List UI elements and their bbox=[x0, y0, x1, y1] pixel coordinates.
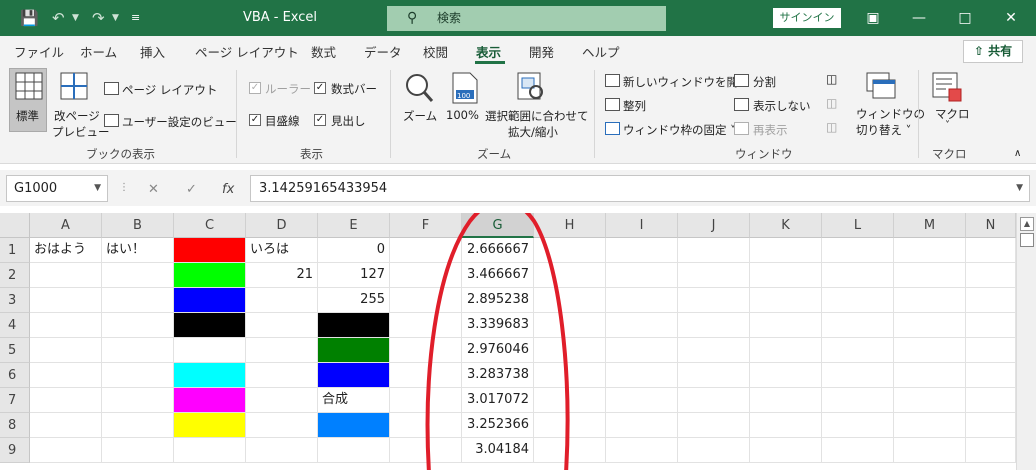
normal-view-icon bbox=[15, 72, 43, 100]
new-window-icon bbox=[605, 74, 620, 87]
arrange-all-button[interactable]: 整列 bbox=[623, 98, 646, 114]
headings-checkbox[interactable]: ✓ bbox=[314, 114, 326, 126]
formula-bar-label: 数式バー bbox=[331, 82, 377, 96]
enter-icon[interactable]: ✓ bbox=[186, 182, 197, 197]
page-layout-icon bbox=[104, 82, 119, 95]
headings-label: 見出し bbox=[331, 114, 366, 128]
page-break-preview-label-1[interactable]: 改ページ bbox=[54, 108, 100, 124]
synchronous-scrolling-icon[interactable]: ◫ bbox=[826, 96, 837, 110]
name-box-value: G1000 bbox=[14, 181, 58, 196]
group-separator bbox=[594, 70, 595, 158]
switch-windows-icon[interactable] bbox=[866, 72, 896, 100]
vertical-scrollbar[interactable]: ▲ bbox=[1016, 213, 1036, 470]
group-separator bbox=[918, 70, 919, 158]
share-label: 共有 bbox=[988, 44, 1013, 58]
window-group-label: ウィンドウ bbox=[735, 147, 793, 161]
macros-dropdown-icon[interactable]: ˅ bbox=[945, 120, 950, 131]
sign-in-button[interactable]: サインイン bbox=[773, 8, 841, 28]
formula-bar-options-icon[interactable]: ⋮ bbox=[119, 182, 129, 193]
reset-window-position-icon[interactable]: ◫ bbox=[826, 120, 837, 134]
custom-views-icon bbox=[104, 114, 119, 127]
name-box[interactable]: G1000 ▼ bbox=[6, 175, 108, 202]
ribbon: 標準 改ページ プレビュー ページ レイアウト ユーザー設定のビュー ブックの表… bbox=[0, 64, 1036, 164]
gridlines-checkbox[interactable]: ✓ bbox=[249, 114, 261, 126]
hide-window-icon bbox=[734, 98, 749, 111]
arrange-all-icon bbox=[605, 98, 620, 111]
tab-view[interactable]: 表示 bbox=[476, 42, 501, 61]
switch-windows-label-text: 切り替え bbox=[856, 123, 902, 137]
macros-icon[interactable] bbox=[932, 72, 962, 102]
tab-developer[interactable]: 開発 bbox=[529, 42, 554, 61]
normal-view-label: 標準 bbox=[16, 109, 39, 123]
page-break-preview-label-2[interactable]: プレビュー bbox=[52, 124, 110, 140]
scroll-up-icon[interactable]: ▲ bbox=[1020, 217, 1034, 231]
tab-insert[interactable]: 挿入 bbox=[140, 42, 165, 61]
close-icon[interactable]: ✕ bbox=[988, 0, 1034, 36]
custom-views-button[interactable]: ユーザー設定のビュー bbox=[122, 114, 237, 130]
name-box-dropdown-icon[interactable]: ▼ bbox=[94, 176, 101, 201]
tab-data[interactable]: データ bbox=[364, 42, 402, 61]
search-placeholder: 検索 bbox=[437, 11, 462, 25]
macros-group-label: マクロ bbox=[932, 147, 967, 161]
worksheet-grid[interactable]: ▲ A B C D E F G H I J K L M N 1 おはよう はい！ いろは 0 2.666667 2 21 1… bbox=[0, 213, 1036, 470]
insert-function-icon[interactable]: fx bbox=[222, 182, 234, 197]
split-icon bbox=[734, 74, 749, 87]
group-separator bbox=[390, 70, 391, 158]
zoom-group-label: ズーム bbox=[477, 147, 512, 161]
share-button[interactable]: ⇧ 共有 bbox=[963, 40, 1023, 63]
formula-bar-checkbox[interactable]: ✓ bbox=[314, 82, 326, 94]
ruler-label: ルーラー bbox=[265, 82, 311, 96]
ribbon-tabs: ファイル ホーム 挿入 ページ レイアウト 数式 データ 校閲 表示 開発 ヘル… bbox=[0, 36, 1036, 64]
hide-window-button[interactable]: 表示しない bbox=[753, 98, 811, 114]
freeze-panes-button[interactable]: ウィンドウ枠の固定 ˅ bbox=[623, 122, 736, 138]
minimize-icon[interactable]: — bbox=[896, 0, 942, 36]
tab-file[interactable]: ファイル bbox=[14, 42, 64, 61]
tab-review[interactable]: 校閲 bbox=[423, 42, 448, 61]
red-oval-annotation bbox=[425, 213, 570, 470]
zoom-100-button[interactable]: 100% bbox=[446, 108, 479, 122]
page-layout-button[interactable]: ページ レイアウト bbox=[122, 82, 217, 98]
book-views-group-label: ブックの表示 bbox=[86, 147, 155, 161]
zoom-to-selection-icon[interactable] bbox=[517, 72, 547, 104]
zoom-100-icon[interactable]: 100 bbox=[452, 72, 478, 104]
tab-home[interactable]: ホーム bbox=[80, 42, 117, 61]
ribbon-display-options-icon[interactable]: ▣ bbox=[850, 0, 896, 36]
new-window-button[interactable]: 新しいウィンドウを開く bbox=[623, 74, 750, 90]
split-button[interactable]: 分割 bbox=[753, 74, 776, 90]
page-break-preview-icon bbox=[60, 72, 88, 100]
scroll-thumb[interactable] bbox=[1020, 233, 1034, 247]
search-icon: ⚲ bbox=[407, 10, 418, 26]
title-bar: 💾 ↶ ▼ ↷ ▼ ≡ VBA - Excel ⚲ 検索 サインイン ▣ — □… bbox=[0, 0, 1036, 36]
unhide-window-icon bbox=[734, 122, 749, 135]
zoom-to-selection-label-2[interactable]: 拡大/縮小 bbox=[508, 124, 558, 140]
show-group-label: 表示 bbox=[300, 147, 323, 161]
formula-value: 3.14259165433954 bbox=[259, 181, 388, 196]
tab-help[interactable]: ヘルプ bbox=[582, 42, 620, 61]
freeze-panes-label: ウィンドウ枠の固定 bbox=[623, 123, 727, 137]
red-oval-stroke bbox=[425, 213, 570, 470]
formula-input[interactable]: 3.14259165433954 ▼ bbox=[250, 175, 1030, 202]
switch-windows-label-1[interactable]: ウィンドウの bbox=[856, 106, 925, 122]
tab-formulas[interactable]: 数式 bbox=[311, 42, 336, 61]
search-box[interactable]: ⚲ 検索 bbox=[387, 6, 666, 31]
zoom-icon[interactable] bbox=[404, 72, 434, 104]
unhide-window-button[interactable]: 再表示 bbox=[753, 122, 788, 138]
tab-page-layout[interactable]: ページ レイアウト bbox=[195, 42, 299, 61]
freeze-panes-icon bbox=[605, 122, 620, 135]
expand-formula-bar-icon[interactable]: ▼ bbox=[1016, 176, 1023, 201]
group-separator bbox=[236, 70, 237, 158]
cancel-icon[interactable]: ✕ bbox=[148, 182, 159, 197]
ruler-checkbox[interactable]: ✓ bbox=[249, 82, 261, 94]
share-icon: ⇧ bbox=[973, 44, 989, 58]
switch-windows-label-2[interactable]: 切り替え ˅ bbox=[856, 122, 911, 138]
gridlines-label: 目盛線 bbox=[265, 114, 300, 128]
zoom-to-selection-label-1[interactable]: 選択範囲に合わせて bbox=[485, 108, 589, 124]
maximize-icon[interactable]: □ bbox=[942, 0, 988, 36]
zoom-button[interactable]: ズーム bbox=[403, 108, 437, 124]
collapse-ribbon-icon[interactable]: ∧ bbox=[1014, 148, 1021, 159]
view-side-by-side-icon[interactable]: ◫ bbox=[826, 72, 837, 86]
svg-text:100: 100 bbox=[457, 92, 470, 100]
formula-bar: G1000 ▼ ⋮ ✕ ✓ fx 3.14259165433954 ▼ bbox=[0, 170, 1036, 206]
macros-button[interactable]: マクロ bbox=[935, 106, 970, 122]
